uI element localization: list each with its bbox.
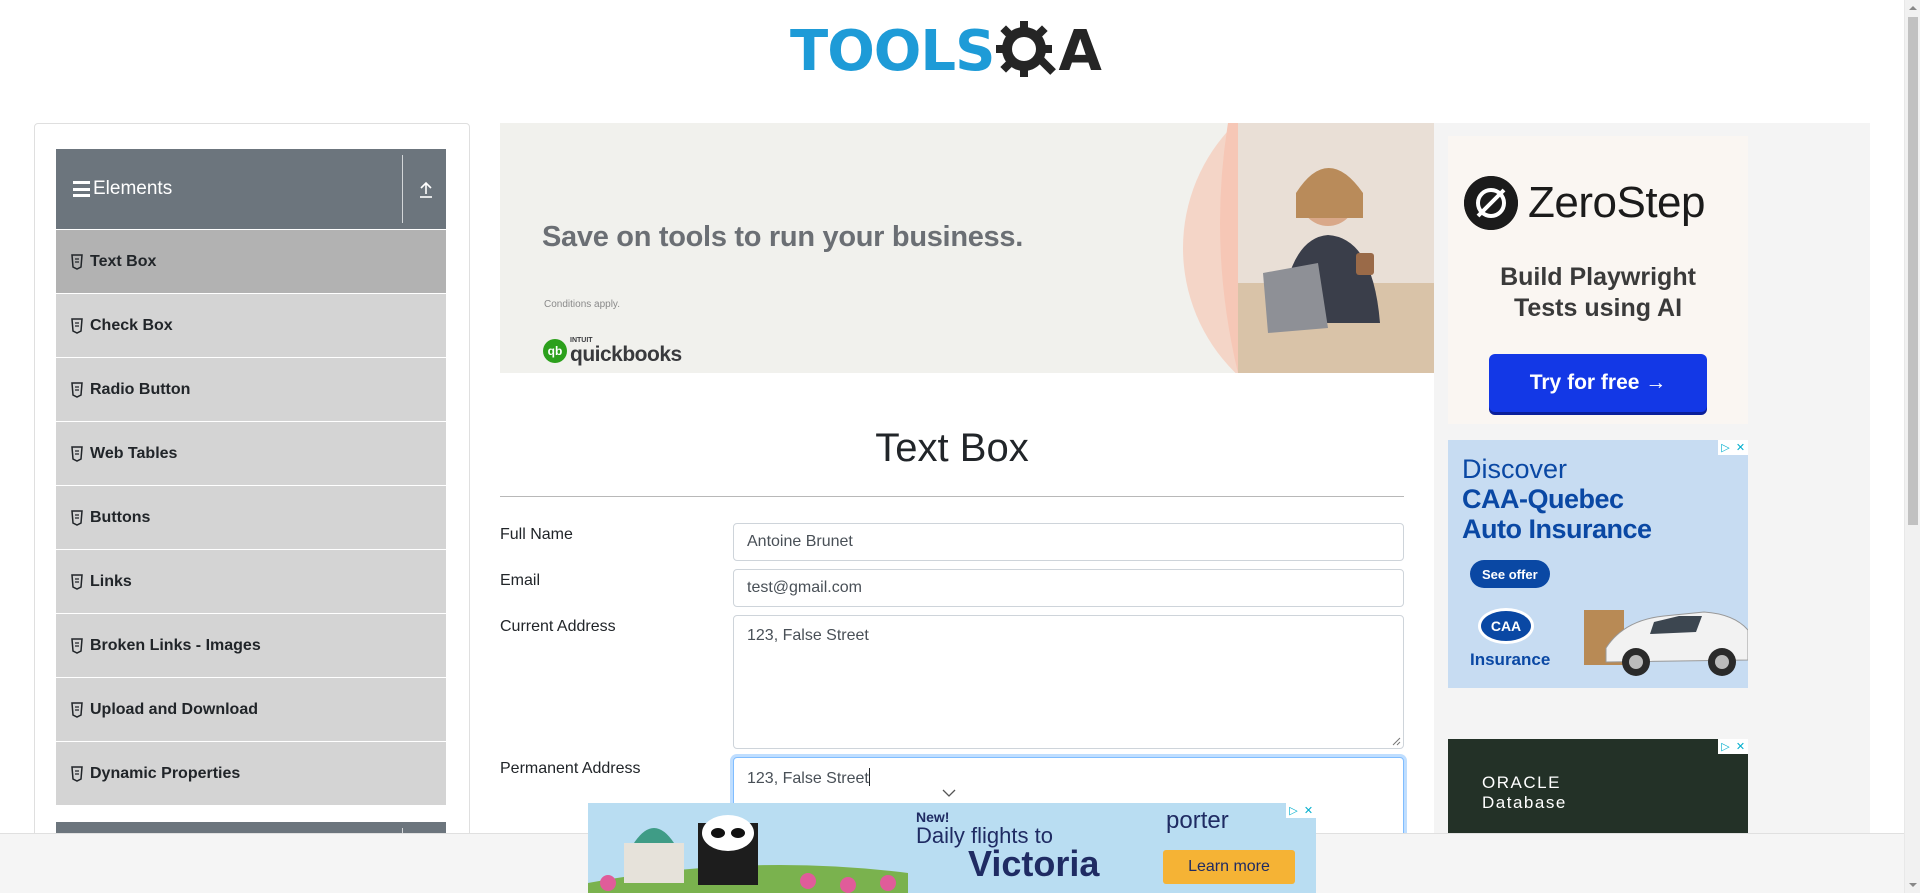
html-icon bbox=[71, 445, 83, 462]
text-caret bbox=[868, 768, 870, 786]
caa-line-3: Auto Insurance bbox=[1462, 514, 1652, 544]
zerostep-tagline-2: Tests using AI bbox=[1513, 294, 1683, 322]
ad-close-icon[interactable]: ✕ bbox=[1301, 803, 1316, 818]
quickbooks-text: quickbooks bbox=[570, 343, 682, 366]
full-name-label: Full Name bbox=[500, 526, 573, 543]
zerostep-mark-icon bbox=[1464, 176, 1518, 230]
sidebar-item-label: Check Box bbox=[90, 316, 173, 334]
sidebar-item-dynamic-properties[interactable]: Dynamic Properties bbox=[56, 741, 446, 805]
sidebar-item-label: Radio Button bbox=[90, 380, 191, 398]
caa-line-2: CAA-Quebec bbox=[1462, 484, 1624, 514]
scroll-down-icon[interactable] bbox=[1909, 881, 1917, 889]
adchoices[interactable]: ▷ ✕ bbox=[1718, 739, 1748, 754]
html-icon bbox=[71, 509, 83, 526]
sidebar-item-radio-button[interactable]: Radio Button bbox=[56, 357, 446, 421]
html-icon bbox=[71, 701, 83, 718]
toolsqa-logo[interactable]: TOOLS A bbox=[790, 14, 1102, 90]
zerostep-tagline: Build Playwright Tests using AI bbox=[1448, 262, 1748, 324]
html-icon bbox=[71, 573, 83, 590]
sidebar-item-label: Dynamic Properties bbox=[90, 764, 241, 782]
adchoices[interactable]: ▷ ✕ bbox=[1286, 803, 1316, 818]
current-address-value: 123, False Street bbox=[747, 627, 869, 644]
html-icon bbox=[71, 637, 83, 654]
logo-tools-text: TOOLS bbox=[790, 19, 995, 84]
ad-porter[interactable]: New! Daily flights to Victoria porter Le… bbox=[588, 803, 1316, 893]
logo-gear-icon bbox=[996, 21, 1057, 77]
logo-qa-text: A bbox=[1058, 19, 1101, 84]
current-address-label: Current Address bbox=[500, 618, 616, 635]
learn-more-button[interactable]: Learn more bbox=[1163, 850, 1295, 884]
oracle-line-1: ORACLE bbox=[1482, 773, 1561, 792]
sidebar-group-title: Elements bbox=[93, 178, 173, 199]
caa-logo: CAA bbox=[1478, 608, 1534, 644]
see-offer-button[interactable]: See offer bbox=[1470, 560, 1550, 588]
car-image bbox=[1584, 610, 1748, 676]
html-icon bbox=[71, 381, 83, 398]
sidebar-item-label: Buttons bbox=[90, 508, 151, 526]
email-input[interactable]: test@gmail.com bbox=[733, 569, 1404, 607]
page: TOOLS A Elements Text Box Check Box Radi… bbox=[0, 0, 1920, 893]
full-name-input[interactable]: Antoine Brunet bbox=[733, 523, 1404, 561]
group-divider bbox=[402, 155, 403, 223]
html-icon bbox=[71, 765, 83, 782]
adchoices[interactable]: ▷ ✕ bbox=[1718, 440, 1748, 455]
scrollbar-thumb[interactable] bbox=[1908, 17, 1918, 525]
sidebar-item-label: Upload and Download bbox=[90, 700, 258, 718]
ad-conditions: Conditions apply. bbox=[544, 299, 620, 310]
html-icon bbox=[71, 317, 83, 334]
porter-city: Victoria bbox=[968, 843, 1100, 884]
sidebar-item-label: Links bbox=[90, 572, 132, 590]
permanent-address-value: 123, False Street bbox=[747, 770, 869, 787]
sidebar-item-label: Broken Links - Images bbox=[90, 636, 261, 654]
ad-photo-woman-laptop bbox=[1183, 123, 1434, 373]
sidebar-item-links[interactable]: Links bbox=[56, 549, 446, 613]
ad-oracle[interactable]: ▷ ✕ ORACLE Database bbox=[1448, 739, 1748, 839]
quickbooks-mark-icon: qb bbox=[543, 339, 567, 363]
adchoices-icon[interactable]: ▷ bbox=[1718, 440, 1733, 455]
caa-line-1: Discover bbox=[1462, 454, 1568, 484]
collapse-up-icon[interactable] bbox=[418, 179, 434, 199]
sidebar-item-text-box[interactable]: Text Box bbox=[56, 229, 446, 293]
title-divider bbox=[500, 496, 1404, 497]
zerostep-name: ZeroStep bbox=[1528, 178, 1705, 227]
ad-caa-quebec[interactable]: ▷ ✕ Discover CAA-Quebec Auto Insurance S… bbox=[1448, 440, 1748, 688]
try-for-free-button[interactable]: Try for free → bbox=[1489, 354, 1707, 412]
ad-close-icon[interactable]: ✕ bbox=[1733, 440, 1748, 455]
chevron-down-icon[interactable] bbox=[941, 787, 957, 799]
ad-zerostep[interactable]: ZeroStep Build Playwright Tests using AI… bbox=[1448, 136, 1748, 424]
caa-insurance-text: Insurance bbox=[1470, 650, 1551, 669]
scroll-up-icon[interactable] bbox=[1909, 4, 1917, 12]
hamburger-icon bbox=[73, 181, 90, 197]
oracle-line-2: Database bbox=[1482, 793, 1567, 812]
html-icon bbox=[71, 253, 83, 270]
email-label: Email bbox=[500, 572, 541, 589]
porter-brand: porter bbox=[1166, 807, 1229, 834]
sidebar-item-buttons[interactable]: Buttons bbox=[56, 485, 446, 549]
sidebar-item-label: Web Tables bbox=[90, 444, 178, 462]
ad-quickbooks[interactable]: Save on tools to run your business. Cond… bbox=[500, 123, 1434, 373]
resize-handle-icon[interactable] bbox=[1391, 736, 1401, 746]
porter-illustration bbox=[588, 803, 908, 893]
current-address-textarea[interactable]: 123, False Street bbox=[733, 615, 1404, 749]
adchoices-icon[interactable]: ▷ bbox=[1718, 739, 1733, 754]
sidebar-group-elements[interactable]: Elements bbox=[56, 149, 446, 229]
sidebar-item-upload-download[interactable]: Upload and Download bbox=[56, 677, 446, 741]
sidebar-item-web-tables[interactable]: Web Tables bbox=[56, 421, 446, 485]
zerostep-tagline-1: Build Playwright bbox=[1500, 263, 1696, 291]
zerostep-logo: ZeroStep bbox=[1464, 176, 1705, 230]
sidebar-item-label: Text Box bbox=[90, 252, 157, 270]
page-title: Text Box bbox=[875, 426, 1029, 470]
ad-headline: Save on tools to run your business. bbox=[542, 221, 1023, 253]
quickbooks-logo: qb INTUIT quickbooks bbox=[543, 337, 682, 365]
sidebar-item-broken-links[interactable]: Broken Links - Images bbox=[56, 613, 446, 677]
ad-close-icon[interactable]: ✕ bbox=[1733, 739, 1748, 754]
permanent-address-label: Permanent Address bbox=[500, 760, 641, 777]
page-scrollbar[interactable] bbox=[1904, 0, 1920, 893]
sidebar-item-check-box[interactable]: Check Box bbox=[56, 293, 446, 357]
sidebar-menu: Text Box Check Box Radio Button Web Tabl… bbox=[56, 229, 446, 805]
adchoices-icon[interactable]: ▷ bbox=[1286, 803, 1301, 818]
